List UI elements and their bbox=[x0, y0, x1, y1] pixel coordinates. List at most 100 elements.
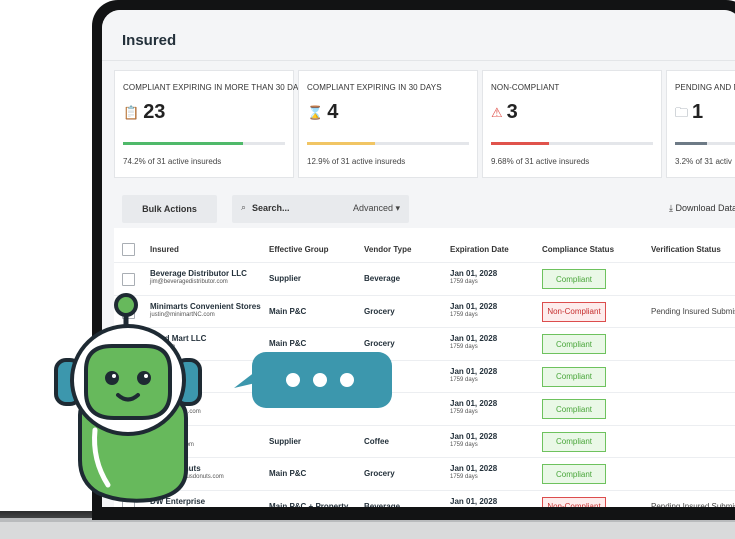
row-checkbox[interactable] bbox=[122, 468, 135, 481]
app-screen: Insured COMPLIANT EXPIRING IN MORE THAN … bbox=[102, 10, 735, 507]
insured-name[interactable]: cious Donuts bbox=[150, 464, 201, 473]
row-checkbox[interactable] bbox=[122, 403, 135, 416]
compliance-badge[interactable]: Compliant bbox=[542, 431, 606, 452]
col-compliance-status[interactable]: Compliance Status bbox=[542, 245, 614, 254]
row-checkbox[interactable] bbox=[122, 338, 135, 351]
compliance-badge[interactable]: Non-Compliant bbox=[542, 301, 606, 322]
card-progress-fill bbox=[307, 142, 376, 145]
insured-name[interactable]: ess LLC bbox=[150, 432, 181, 441]
vendor-type: Grocery bbox=[364, 339, 395, 348]
expiration-date: Jan 01, 2028 bbox=[450, 464, 498, 473]
days-remaining: 1759 days bbox=[450, 474, 478, 480]
compliance-badge[interactable]: Compliant bbox=[542, 366, 606, 387]
col-effective-group[interactable]: Effective Group bbox=[269, 245, 329, 254]
advanced-dropdown[interactable]: Advanced ▾ bbox=[353, 203, 400, 214]
card-value: 📋 23 bbox=[123, 101, 165, 124]
card-value: 🗀 1 bbox=[675, 101, 703, 124]
table-header: Insured Effective Group Vendor Type Expi… bbox=[114, 240, 735, 260]
days-remaining: 1759 days bbox=[450, 279, 478, 285]
card-label: COMPLIANT EXPIRING IN 30 DAYS bbox=[307, 83, 442, 92]
expiration-date: Jan 01, 2028 bbox=[450, 399, 498, 408]
days-remaining: 1759 days bbox=[450, 409, 478, 415]
hourglass-icon: ⌛ bbox=[307, 105, 324, 120]
table-row[interactable]: ess LLC ffeeexpress.com Supplier Coffee … bbox=[114, 424, 735, 458]
card-value: ⚠ 3 bbox=[491, 101, 518, 124]
vendor-type: Grocery bbox=[364, 306, 395, 316]
compliance-badge[interactable]: Compliant bbox=[542, 269, 606, 289]
expiration-date: Jan 01, 2028 bbox=[450, 366, 498, 376]
card-progress-track bbox=[491, 142, 653, 145]
page-title: Insured bbox=[122, 32, 177, 49]
summary-card[interactable]: NON-COMPLIANT ⚠ 3 9.68% of 31 active ins… bbox=[482, 70, 662, 178]
insured-email: noah@deliciousdonuts.com bbox=[150, 474, 224, 480]
dot bbox=[286, 373, 300, 387]
insured-name[interactable]: Minimarts Convenient Stores bbox=[150, 302, 261, 311]
clipboard-icon: 📋 bbox=[123, 105, 140, 120]
row-checkbox[interactable] bbox=[122, 370, 135, 384]
card-progress-track bbox=[307, 142, 469, 145]
vendor-type: Beverage bbox=[364, 274, 401, 283]
folder-icon: 🗀 bbox=[675, 105, 689, 120]
insured-email: justin@minimartNC.com bbox=[150, 311, 215, 318]
search-input[interactable]: ⌕ Search... Advanced ▾ bbox=[232, 195, 409, 223]
download-label: Download Data bbox=[675, 203, 735, 213]
table-row[interactable]: Beverage Distributor LLC jim@beveragedis… bbox=[114, 262, 735, 295]
select-all-checkbox[interactable] bbox=[122, 243, 135, 256]
card-count: 3 bbox=[506, 101, 518, 123]
insured-table-panel: Bulk Actions ⌕ Search... Advanced ▾ ⤓ Do… bbox=[114, 182, 735, 507]
days-remaining: 1759 days bbox=[450, 507, 478, 508]
table-row[interactable]: Jan 01, 2028 1759 days Compliant bbox=[114, 359, 735, 393]
row-checkbox[interactable] bbox=[122, 500, 135, 507]
row-checkbox[interactable] bbox=[122, 305, 135, 319]
download-data-button[interactable]: ⤓ Download Data bbox=[669, 203, 735, 214]
table-row[interactable]: Minimarts Convenient Stores justin@minim… bbox=[114, 294, 735, 328]
expiration-date: Jan 01, 2028 bbox=[450, 496, 498, 506]
col-expiration-date[interactable]: Expiration Date bbox=[450, 245, 509, 254]
chat-speech-bubble[interactable] bbox=[234, 352, 392, 408]
card-progress-track bbox=[123, 142, 285, 145]
days-remaining: 1759 days bbox=[450, 311, 478, 318]
vendor-type: Beverage bbox=[364, 501, 401, 508]
vendor-type: Grocery bbox=[364, 469, 395, 478]
table-row[interactable]: DW Enterprise Main P&C + Property Bevera… bbox=[114, 489, 735, 508]
effective-group: Main P&C + Property bbox=[269, 501, 349, 508]
row-checkbox[interactable] bbox=[122, 435, 135, 449]
compliance-badge[interactable]: Compliant bbox=[542, 464, 606, 484]
table-row[interactable]: Food Mart LLC mart.com Main P&C Grocery … bbox=[114, 327, 735, 360]
compliance-badge[interactable]: Non-Compliant bbox=[542, 496, 606, 507]
dot bbox=[313, 373, 327, 387]
verification-status: Pending Insured Submissi bbox=[651, 501, 735, 508]
insured-name[interactable]: DW Enterprise bbox=[150, 497, 205, 506]
page-header: Insured bbox=[102, 10, 735, 61]
expiration-date: Jan 01, 2028 bbox=[450, 301, 498, 311]
dot bbox=[340, 373, 354, 387]
effective-group: Main P&C bbox=[269, 306, 307, 316]
speech-tail-icon bbox=[234, 368, 260, 388]
days-remaining: 1759 days bbox=[450, 441, 478, 448]
col-verification-status[interactable]: Verification Status bbox=[651, 245, 721, 254]
summary-card[interactable]: COMPLIANT EXPIRING IN 30 DAYS ⌛ 4 12.9% … bbox=[298, 70, 478, 178]
table-row[interactable]: cious Donuts noah@deliciousdonuts.com Ma… bbox=[114, 457, 735, 490]
verification-status: Pending Insured Submissi bbox=[651, 306, 735, 316]
insured-name[interactable]: Marts LLC bbox=[150, 399, 189, 408]
effective-group: Supplier bbox=[269, 436, 302, 446]
bulk-actions-button[interactable]: Bulk Actions bbox=[122, 195, 217, 223]
table-row[interactable]: Marts LLC nvenientmarts.com Jan 01, 2028… bbox=[114, 392, 735, 425]
search-placeholder: Search... bbox=[252, 203, 290, 213]
col-insured[interactable]: Insured bbox=[150, 245, 179, 254]
summary-card[interactable]: PENDING AND NE 🗀 1 3.2% of 31 activ bbox=[666, 70, 735, 178]
summary-card[interactable]: COMPLIANT EXPIRING IN MORE THAN 30 DAYS … bbox=[114, 70, 309, 178]
card-subtext: 3.2% of 31 activ bbox=[675, 157, 732, 166]
row-checkbox[interactable] bbox=[122, 273, 135, 286]
card-progress-track bbox=[675, 142, 735, 145]
compliance-badge[interactable]: Compliant bbox=[542, 399, 606, 419]
insured-name[interactable]: Beverage Distributor LLC bbox=[150, 269, 247, 278]
card-count: 1 bbox=[692, 101, 704, 123]
days-remaining: 1759 days bbox=[450, 344, 478, 350]
compliance-badge[interactable]: Compliant bbox=[542, 334, 606, 354]
card-count: 4 bbox=[327, 101, 339, 123]
col-vendor-type[interactable]: Vendor Type bbox=[364, 245, 411, 254]
summary-cards: COMPLIANT EXPIRING IN MORE THAN 30 DAYS … bbox=[114, 70, 735, 178]
insured-name[interactable]: Food Mart LLC bbox=[150, 334, 206, 343]
card-subtext: 12.9% of 31 active insureds bbox=[307, 157, 406, 166]
